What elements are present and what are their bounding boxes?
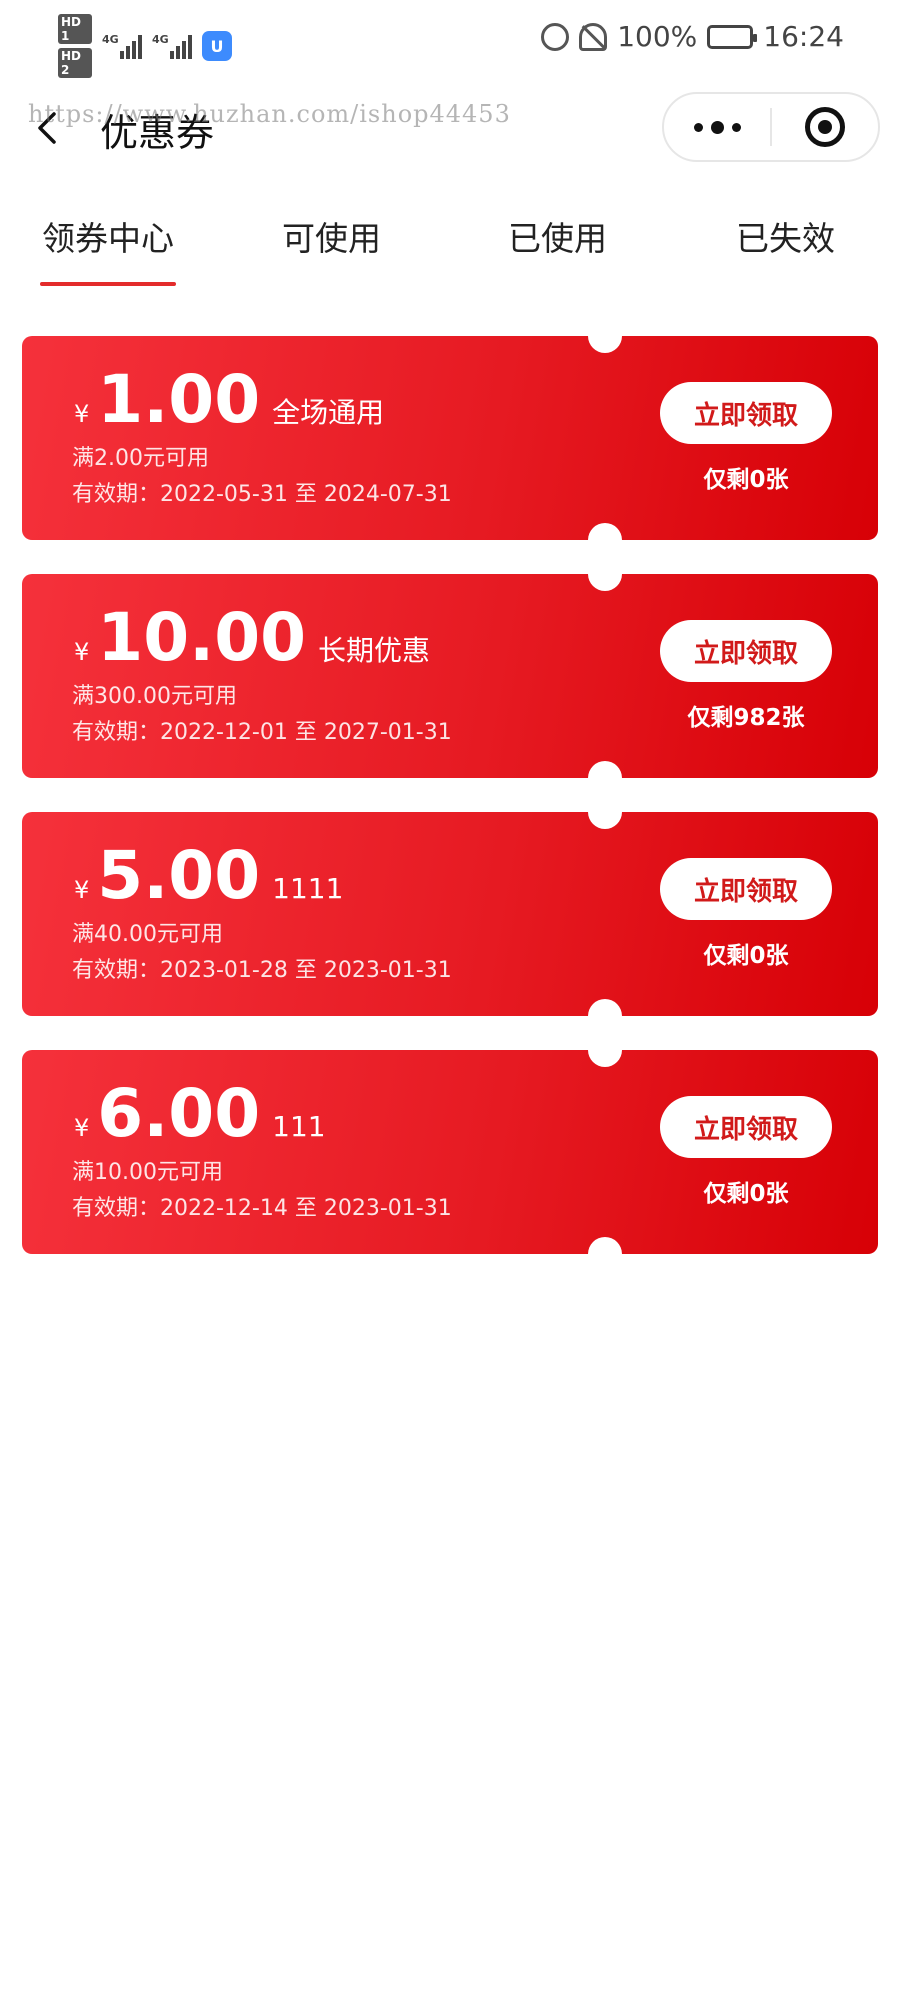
- claim-button[interactable]: 立即领取: [660, 1096, 832, 1158]
- coupon-value: 10.00: [97, 599, 307, 676]
- target-icon: [804, 107, 845, 147]
- status-left: HD 1 HD 2 4G 4G U: [58, 14, 232, 78]
- coupon-remaining: 仅剩0张: [703, 467, 789, 493]
- coupon-value: 6.00: [97, 1075, 261, 1152]
- status-right: 100% 16:24: [541, 20, 844, 53]
- alarm-icon: [541, 22, 570, 51]
- coupon-condition: 满40.00元可用: [72, 922, 223, 947]
- dot-icon: [693, 122, 703, 132]
- ticket-notch: [588, 1237, 622, 1271]
- dot-icon: [710, 120, 724, 134]
- sim-indicators: HD 1 HD 2: [58, 14, 92, 78]
- currency-symbol: ¥: [74, 638, 90, 666]
- sim1-badge: HD 1: [58, 14, 92, 44]
- coupon-card: ¥ 6.00 111 满10.00元可用 有效期：2022-12-14 至 20…: [15, 1033, 878, 1271]
- coupon-condition: 满2.00元可用: [72, 446, 209, 471]
- coupon-condition: 满300.00元可用: [72, 684, 237, 709]
- currency-symbol: ¥: [74, 1114, 90, 1142]
- coupon-remaining: 仅剩0张: [703, 1181, 789, 1207]
- status-bar: HD 1 HD 2 4G 4G U 100% 16:24: [0, 0, 900, 80]
- network-type-2: 4G: [152, 33, 169, 46]
- currency-symbol: ¥: [74, 400, 90, 428]
- coupon-amount: ¥ 10.00 长期优惠: [74, 600, 430, 676]
- coupon-name: 111: [272, 1110, 326, 1143]
- dot-icon: [731, 122, 741, 132]
- coupon-name: 1111: [272, 872, 344, 905]
- coupon-validity: 有效期：2022-12-01 至 2027-01-31: [72, 720, 452, 745]
- signal-icon-2: 4G: [152, 33, 192, 59]
- tab-usable[interactable]: 可使用: [282, 212, 381, 260]
- coupon-name: 长期优惠: [318, 634, 431, 667]
- signal-icon-1: 4G: [102, 33, 142, 59]
- coupon-validity: 有效期：2022-05-31 至 2024-07-31: [72, 482, 452, 507]
- coupon-tabs: 领券中心 可使用 已使用 已失效: [0, 212, 900, 292]
- nav-bar: 优惠券 https://www.huzhan.com/ishop44453: [0, 88, 900, 170]
- coupon-value: 5.00: [97, 837, 261, 914]
- currency-symbol: ¥: [74, 876, 90, 904]
- tab-label: 领券中心: [42, 219, 174, 258]
- ticket-notch: [588, 557, 622, 591]
- coupon-validity: 有效期：2022-12-14 至 2023-01-31: [72, 1196, 452, 1221]
- battery-percent: 100%: [617, 20, 698, 53]
- coupon-card: ¥ 10.00 长期优惠 满300.00元可用 有效期：2022-12-01 至…: [15, 557, 878, 795]
- ticket-notch: [588, 1033, 622, 1067]
- coupon-value: 1.00: [97, 361, 261, 438]
- miniprogram-capsule: [662, 92, 880, 162]
- scallop-edge: [15, 820, 29, 1008]
- coupon-remaining: 仅剩0张: [703, 943, 789, 969]
- scallop-edge: [15, 1058, 29, 1246]
- claim-button[interactable]: 立即领取: [660, 382, 832, 444]
- active-tab-indicator: [40, 282, 176, 286]
- coupon-card: ¥ 1.00 全场通用 满2.00元可用 有效期：2022-05-31 至 20…: [15, 319, 878, 557]
- close-miniprogram-button[interactable]: [772, 107, 878, 147]
- tab-label: 已失效: [736, 219, 835, 258]
- app-notification-icon: U: [202, 31, 232, 61]
- tab-label: 可使用: [282, 219, 381, 258]
- mute-bell-icon: [579, 22, 608, 51]
- battery-icon: [707, 24, 758, 49]
- tab-expired[interactable]: 已失效: [736, 212, 835, 260]
- claim-button[interactable]: 立即领取: [660, 620, 832, 682]
- tab-label: 已使用: [508, 219, 607, 258]
- coupon-list: ¥ 1.00 全场通用 满2.00元可用 有效期：2022-05-31 至 20…: [15, 319, 878, 1288]
- ticket-notch: [588, 319, 622, 353]
- clock: 16:24: [763, 20, 844, 53]
- claim-button[interactable]: 立即领取: [660, 858, 832, 920]
- coupon-name: 全场通用: [272, 396, 385, 429]
- ticket-notch: [588, 761, 622, 795]
- sim2-badge: HD 2: [58, 48, 92, 78]
- coupon-card: ¥ 5.00 1111 满40.00元可用 有效期：2023-01-28 至 2…: [15, 795, 878, 1033]
- ticket-notch: [588, 795, 622, 829]
- coupon-remaining: 仅剩982张: [687, 705, 805, 731]
- scallop-edge: [15, 344, 29, 532]
- coupon-amount: ¥ 6.00 111: [74, 1076, 326, 1152]
- network-type-1: 4G: [102, 33, 119, 46]
- ticket-notch: [588, 523, 622, 557]
- scallop-edge: [15, 582, 29, 770]
- watermark: https://www.huzhan.com/ishop44453: [28, 100, 511, 128]
- tab-used[interactable]: 已使用: [508, 212, 607, 260]
- ticket-notch: [588, 999, 622, 1033]
- more-button[interactable]: [664, 120, 770, 134]
- coupon-amount: ¥ 5.00 1111: [74, 838, 343, 914]
- coupon-condition: 满10.00元可用: [72, 1160, 223, 1185]
- coupon-validity: 有效期：2023-01-28 至 2023-01-31: [72, 958, 452, 983]
- coupon-amount: ¥ 1.00 全场通用: [74, 362, 384, 438]
- tab-coupon-center[interactable]: 领券中心: [40, 212, 176, 286]
